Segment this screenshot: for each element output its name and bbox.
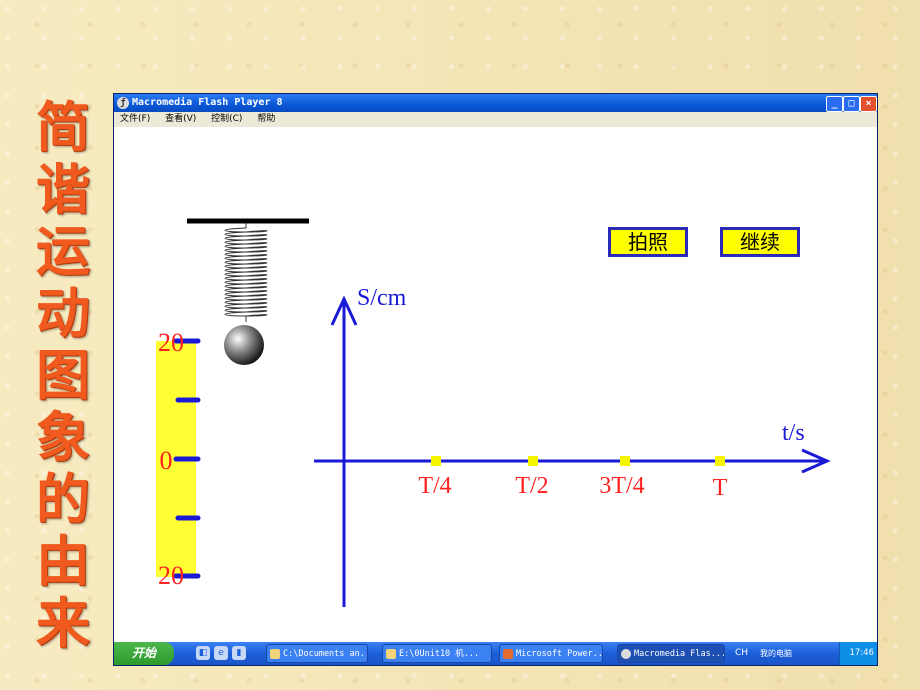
spring-icon [224,223,268,322]
media-icon[interactable]: ▮ [232,646,246,660]
ruler-top-label: 20 [158,328,184,357]
folder-icon [386,649,396,659]
title-char: 动 [36,281,90,345]
task-label: Microsoft Power... [516,649,603,659]
x-tick-marker [620,456,630,466]
continue-button[interactable]: 继续 [720,227,800,257]
x-tick-label: T/4 [418,473,451,499]
menu-help[interactable]: 帮助 [257,114,275,124]
flash-player-icon [621,649,631,659]
window-title: Macromedia Flash Player 8 [132,97,283,108]
browser-icon[interactable]: e [214,646,228,660]
flash-player-icon: ƒ [117,97,129,109]
title-char: 运 [36,219,90,283]
start-label: 开始 [131,646,156,660]
title-char: 象 [36,405,90,469]
task-flash-player[interactable]: Macromedia Flas... [617,644,725,663]
flash-stage: 20 0 20 S/cm t/s T/4 T/2 3T/4 T 拍照 继续 [114,127,877,641]
task-label: Macromedia Flas... [634,649,725,659]
folder-icon [270,649,280,659]
simulation-svg: 20 0 20 S/cm t/s T/4 T/2 3T/4 T [156,218,831,607]
minimize-button[interactable]: _ [826,96,843,112]
task-documents[interactable]: C:\Documents an... [266,644,368,663]
ball-icon[interactable] [224,325,264,365]
task-label: C:\Documents an... [283,649,368,659]
my-computer-link[interactable]: 我的电脑 [760,642,792,665]
x-axis-label: t/s [782,420,805,446]
task-unit10[interactable]: E:\0Unit10 机... [382,644,492,663]
task-label: E:\0Unit10 机... [399,649,480,659]
menu-bar: 文件(F) 查看(V) 控制(C) 帮助 [114,112,877,127]
menu-view[interactable]: 查看(V) [165,114,196,124]
flash-player-window: ƒ Macromedia Flash Player 8 _ □ × 文件(F) … [113,93,878,666]
close-button[interactable]: × [860,96,877,112]
slide-title: 简 谐 运 动 图 象 的 由 来 [30,96,96,654]
powerpoint-icon [503,649,513,659]
show-desktop-icon[interactable]: ◧ [196,646,210,660]
title-char: 来 [36,591,90,655]
y-axis-label: S/cm [357,285,407,311]
x-tick-label: T/2 [515,473,548,499]
clock: 17:46 [849,648,875,658]
ruler-bottom-label: 20 [158,561,184,590]
ime-indicator[interactable]: CH [735,642,748,665]
maximize-button[interactable]: □ [843,96,860,112]
task-powerpoint[interactable]: Microsoft Power... [499,644,603,663]
menu-control[interactable]: 控制(C) [211,114,242,124]
menu-file[interactable]: 文件(F) [120,114,150,124]
ruler-zero-label: 0 [160,446,173,475]
x-tick-label: 3T/4 [599,473,644,499]
title-char: 简 [36,95,90,159]
title-char: 图 [36,343,90,407]
windows-taskbar: 开始 ◧ e ▮ C:\Documents an... E:\0Unit10 机… [114,642,877,665]
start-button[interactable]: 开始 [114,642,174,665]
title-char: 由 [36,529,90,593]
x-tick-marker [528,456,538,466]
x-tick-label: T [713,475,728,501]
window-titlebar[interactable]: ƒ Macromedia Flash Player 8 _ □ × [114,94,877,112]
title-char: 的 [36,467,90,531]
system-tray: 17:46 [839,642,877,665]
title-char: 谐 [36,157,90,221]
x-tick-marker [431,456,441,466]
x-tick-marker [715,456,725,466]
photo-button[interactable]: 拍照 [608,227,688,257]
